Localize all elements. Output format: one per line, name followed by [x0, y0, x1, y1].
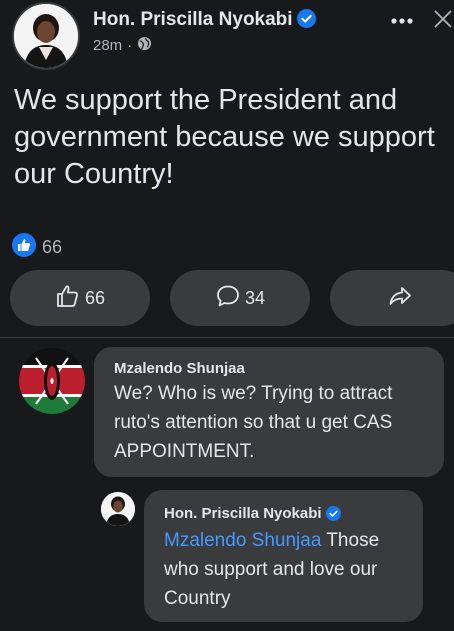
- globe-icon: [137, 36, 152, 55]
- post-text: We support the President and government …: [14, 84, 435, 190]
- verified-badge-icon: [296, 9, 316, 34]
- reply-bubble: Hon. Priscilla Nyokabi Mzalendo Shunjaa …: [144, 490, 423, 622]
- author-avatar[interactable]: [12, 2, 80, 70]
- kenya-flag-icon: [19, 348, 85, 414]
- like-count: 66: [84, 287, 106, 308]
- verified-badge-icon: [325, 506, 341, 525]
- post-time[interactable]: 28m: [93, 37, 122, 54]
- comment-author[interactable]: Mzalendo Shunjaa: [114, 360, 245, 377]
- mention-link[interactable]: Mzalendo Shunjaa: [164, 530, 321, 551]
- reply-author-avatar[interactable]: [101, 492, 135, 526]
- reply-author[interactable]: Hon. Priscilla Nyokabi: [164, 505, 341, 525]
- reply-text: Mzalendo Shunjaa Those who support and l…: [164, 526, 414, 613]
- post-header: Hon. Priscilla Nyokabi 28m ·: [0, 0, 454, 72]
- comment-count: 34: [244, 287, 266, 308]
- close-icon[interactable]: [432, 8, 454, 34]
- comment-button[interactable]: 34: [170, 270, 310, 326]
- more-options-icon[interactable]: [387, 6, 417, 36]
- comment-bubble-icon: [215, 283, 241, 314]
- meta-separator: ·: [127, 37, 133, 54]
- like-reaction-icon: [12, 233, 36, 262]
- post-meta: 28m ·: [93, 36, 152, 55]
- like-button[interactable]: 66: [10, 270, 150, 326]
- author-name[interactable]: Hon. Priscilla Nyokabi: [93, 9, 316, 34]
- author-portrait: [14, 4, 78, 68]
- comment-bubble: Mzalendo Shunjaa We? Who is we? Trying t…: [94, 347, 444, 477]
- comment-text: We? Who is we? Trying to attract ruto's …: [114, 383, 393, 462]
- reaction-count: 66: [42, 237, 63, 257]
- reaction-summary[interactable]: 66: [12, 233, 62, 262]
- section-divider: [0, 337, 454, 338]
- reply-author-portrait: [101, 492, 135, 526]
- thumbs-up-icon: [55, 283, 81, 314]
- share-button[interactable]: [330, 270, 454, 326]
- commenter-avatar[interactable]: [19, 348, 85, 414]
- share-arrow-icon: [387, 283, 413, 314]
